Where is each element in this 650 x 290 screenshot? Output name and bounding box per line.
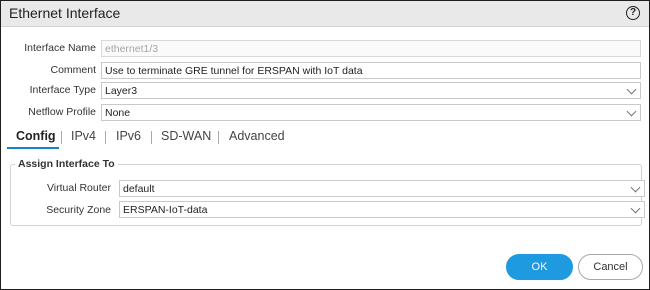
comment-label: Comment [50, 64, 96, 76]
netflow-profile-value: None [105, 107, 131, 119]
interface-type-label: Interface Type [29, 84, 96, 96]
interface-name-label: Interface Name [24, 42, 96, 54]
security-zone-select[interactable]: ERSPAN-IoT-data [119, 201, 645, 218]
dialog-titlebar: Ethernet Interface ? [1, 1, 649, 27]
virtual-router-label: Virtual Router [46, 182, 111, 194]
active-tab-indicator [7, 147, 59, 149]
tab-ipv6[interactable]: IPv6 [116, 129, 141, 143]
virtual-router-value: default [123, 183, 155, 195]
help-icon[interactable]: ? [626, 6, 640, 20]
tab-config[interactable]: Config [16, 129, 56, 143]
assign-interface-legend: Assign Interface To [15, 158, 118, 170]
cancel-button[interactable]: Cancel [578, 254, 643, 280]
comment-input[interactable]: Use to terminate GRE tunnel for ERSPAN w… [101, 62, 641, 79]
tab-separator [218, 131, 219, 144]
dialog-title: Ethernet Interface [9, 5, 121, 21]
interface-name-input: ethernet1/3 [101, 40, 641, 57]
tab-sd-wan[interactable]: SD-WAN [161, 129, 211, 143]
security-zone-label: Security Zone [46, 204, 111, 216]
netflow-profile-select[interactable]: None [101, 104, 641, 121]
ethernet-interface-dialog: Ethernet Interface ? Interface Name ethe… [0, 0, 650, 290]
tab-separator [61, 131, 62, 144]
interface-type-select[interactable]: Layer3 [101, 82, 641, 99]
tab-ipv4[interactable]: IPv4 [71, 129, 96, 143]
chevron-down-icon [630, 203, 641, 214]
ok-button[interactable]: OK [506, 254, 573, 280]
chevron-down-icon [626, 106, 637, 117]
netflow-profile-label: Netflow Profile [28, 106, 96, 118]
virtual-router-select[interactable]: default [119, 180, 645, 197]
chevron-down-icon [626, 84, 637, 95]
security-zone-value: ERSPAN-IoT-data [123, 204, 208, 216]
tab-separator [105, 131, 106, 144]
assign-interface-group: Virtual Router default Security Zone ERS… [10, 164, 645, 226]
tab-separator [151, 131, 152, 144]
chevron-down-icon [630, 182, 641, 193]
tab-advanced[interactable]: Advanced [229, 129, 285, 143]
interface-type-value: Layer3 [105, 85, 138, 97]
